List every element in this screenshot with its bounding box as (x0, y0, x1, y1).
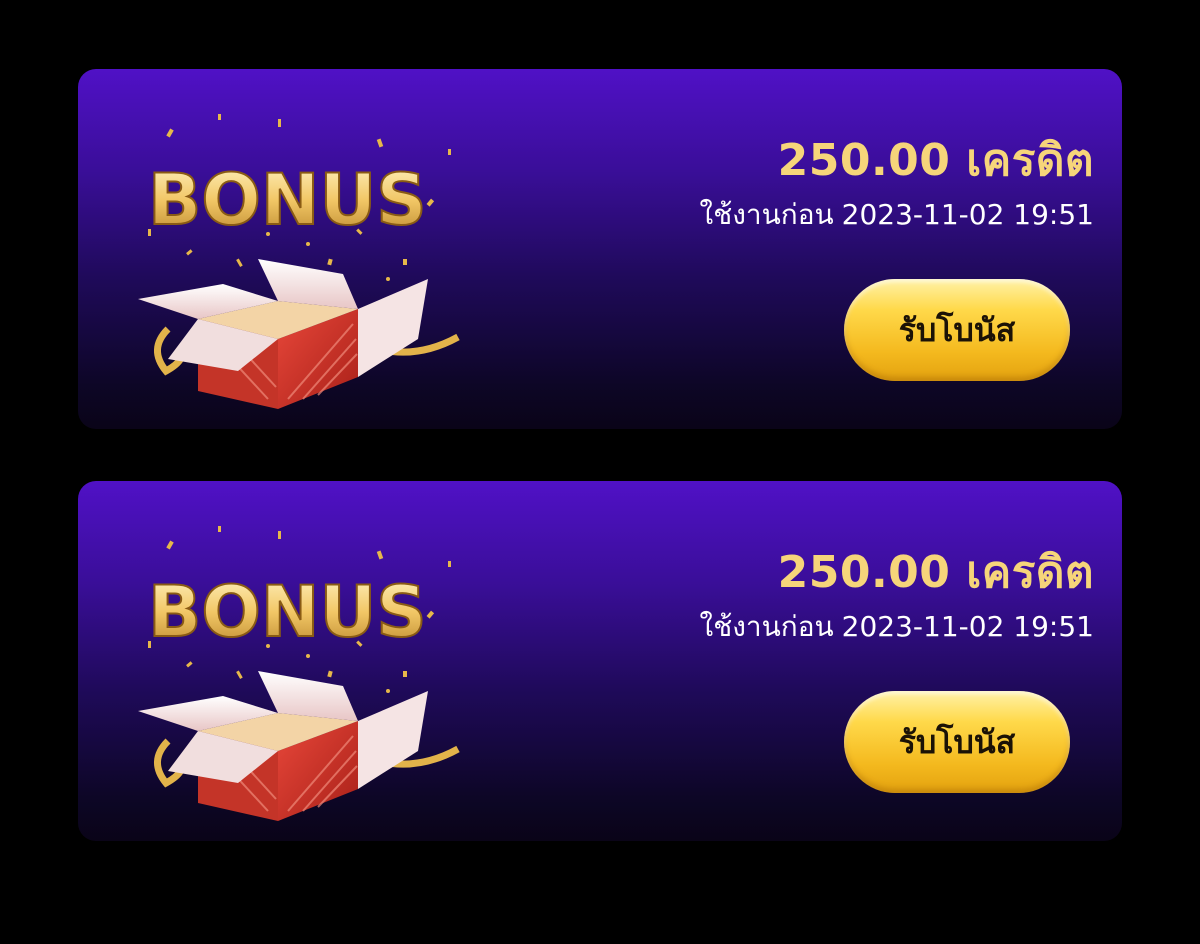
expiry-datetime: 2023-11-02 19:51 (841, 198, 1094, 231)
bonus-info: 250.00 เครดิต ใช้งานก่อน 2023-11-02 19:51 (534, 131, 1094, 235)
expiry-label: ใช้งานก่อน (699, 610, 834, 643)
bonus-info: 250.00 เครดิต ใช้งานก่อน 2023-11-02 19:51 (534, 543, 1094, 647)
bonus-card: BONUS 250.00 เครดิต ใช้งานก่อน 2023-11-02… (78, 481, 1122, 841)
bonus-gift-box-image: BONUS (138, 526, 460, 821)
bonus-amount: 250.00 เครดิต (777, 547, 1094, 598)
bonus-list-page: BONUS 250.00 เครดิต ใช้งานก่อน 2023-11-0… (0, 0, 1200, 944)
bonus-card: BONUS 250.00 เครดิต ใช้งานก่อน 2023-11-0… (78, 69, 1122, 429)
claim-bonus-button[interactable]: รับโบนัส (844, 279, 1070, 381)
expiry-datetime: 2023-11-02 19:51 (841, 610, 1094, 643)
bonus-expiry: ใช้งานก่อน 2023-11-02 19:51 (534, 195, 1094, 235)
claim-bonus-button[interactable]: รับโบนัส (844, 691, 1070, 793)
bonus-gift-box-image: BONUS (138, 114, 460, 409)
bonus-art-letters: BONUS (148, 571, 427, 653)
bonus-art-letters: BONUS (148, 159, 427, 241)
bonus-expiry: ใช้งานก่อน 2023-11-02 19:51 (534, 607, 1094, 647)
bonus-amount: 250.00 เครดิต (777, 135, 1094, 186)
expiry-label: ใช้งานก่อน (699, 198, 834, 231)
